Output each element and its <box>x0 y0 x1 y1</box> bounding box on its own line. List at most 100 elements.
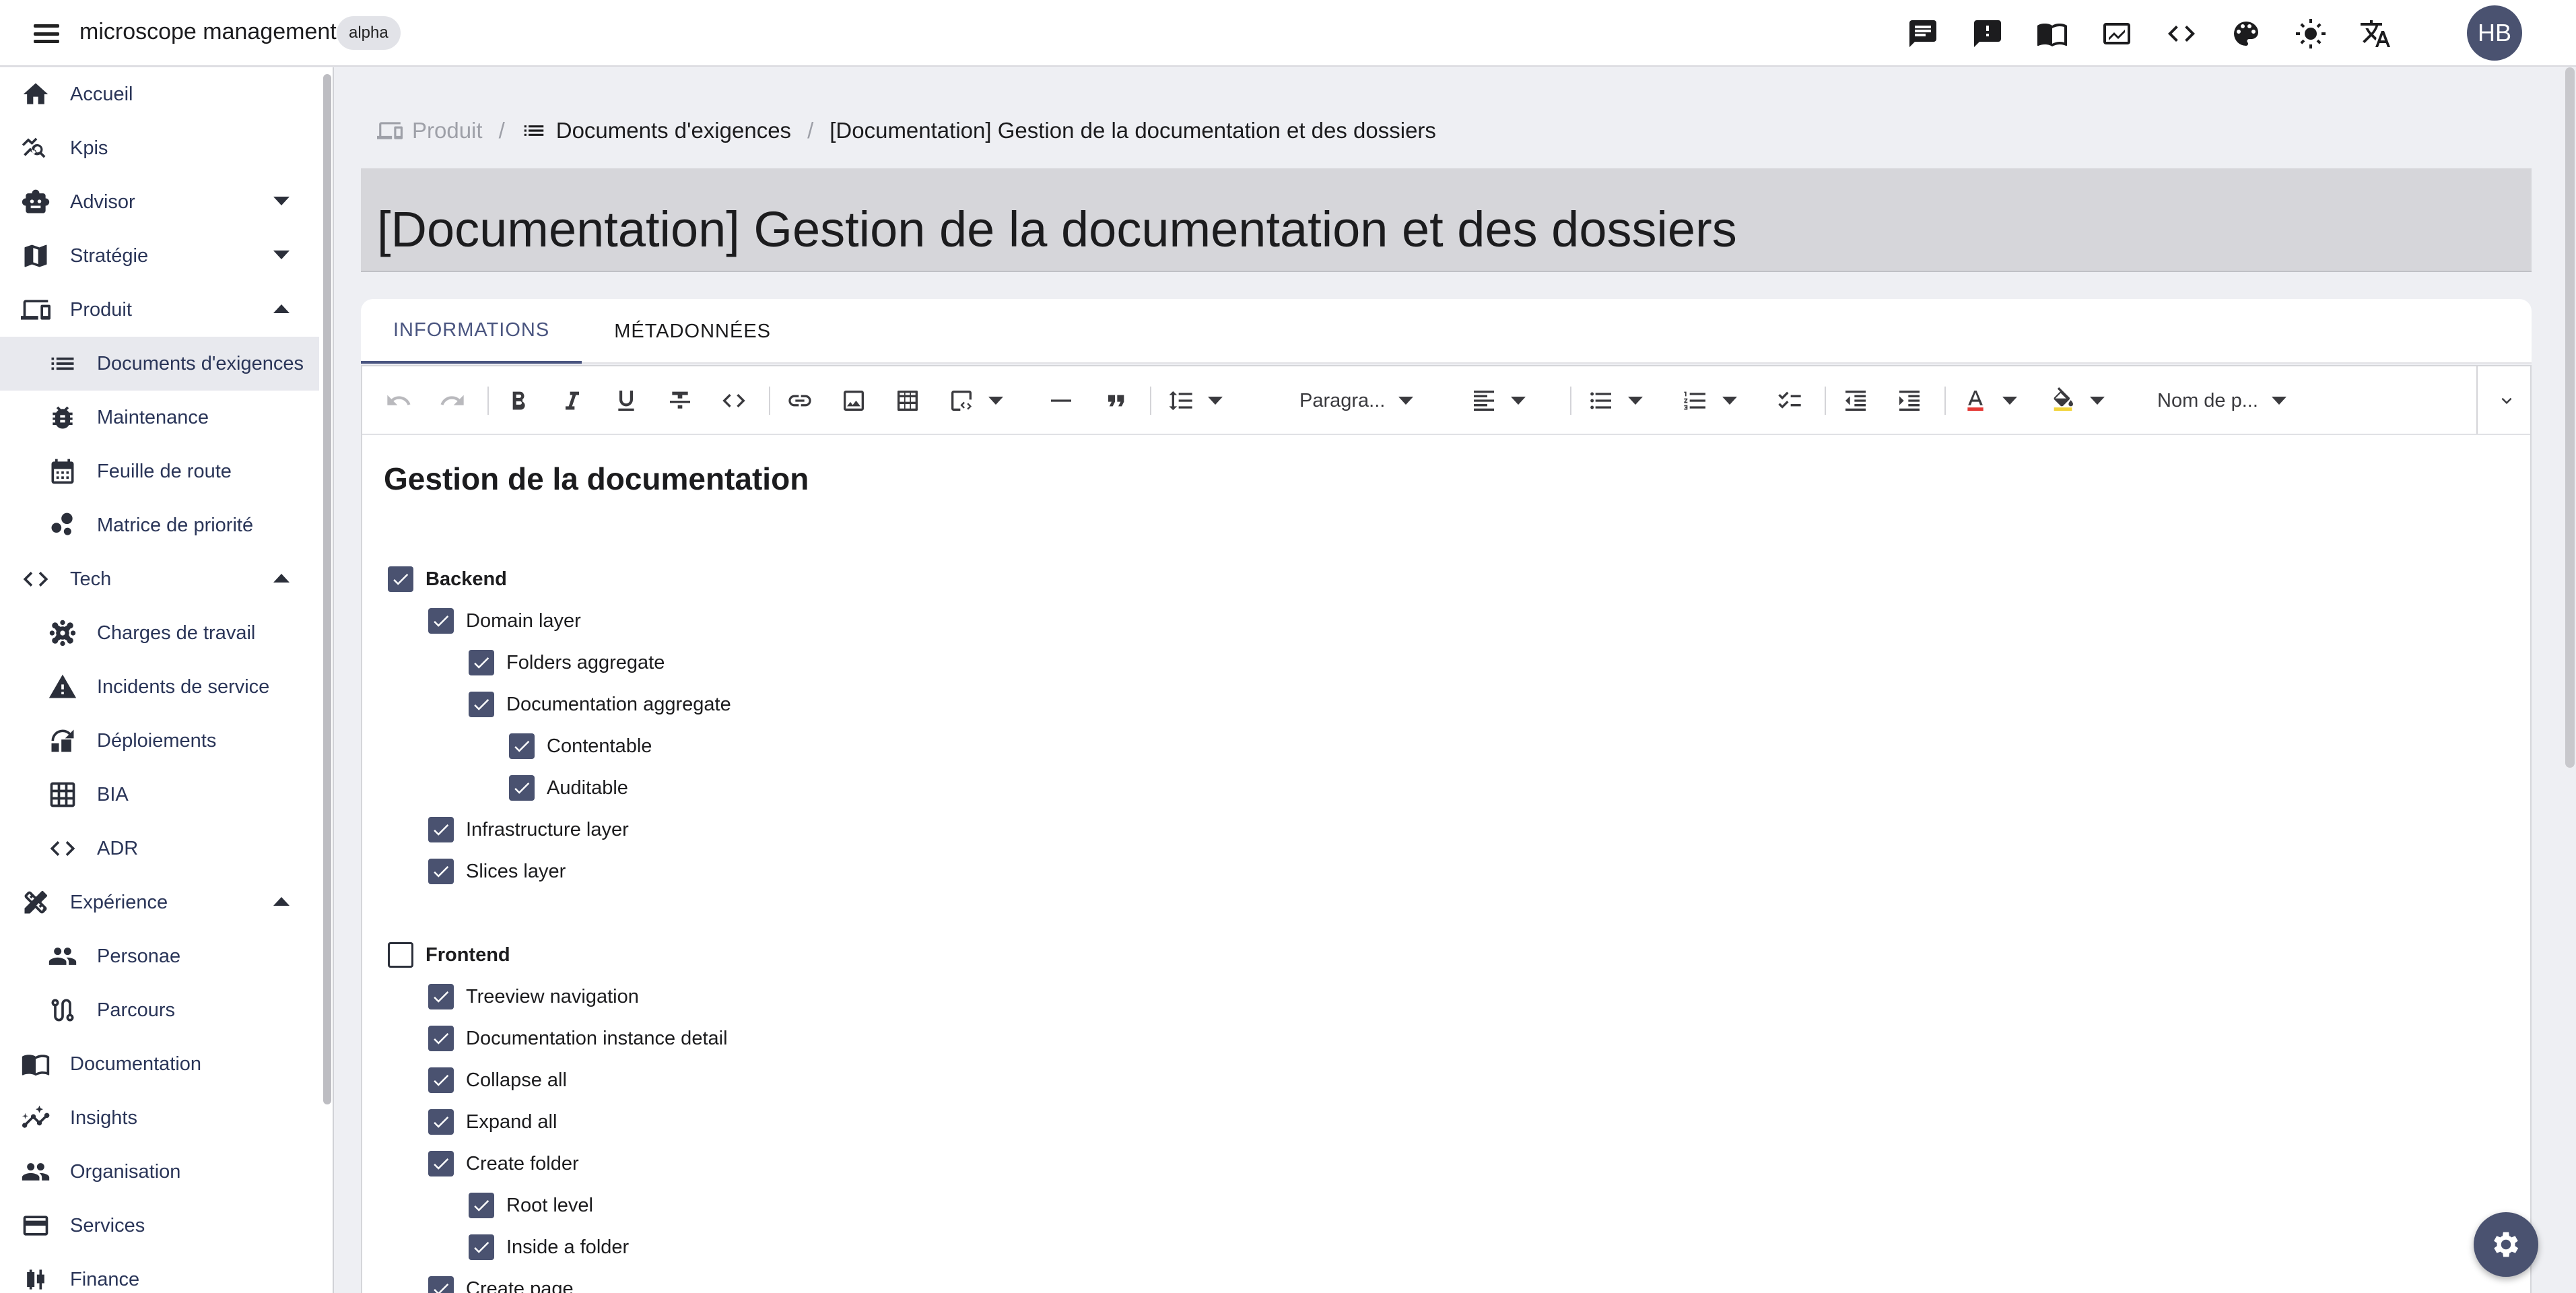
checklist-item-label[interactable]: Frontend <box>426 944 510 966</box>
checkbox-checked[interactable] <box>428 817 454 842</box>
line-height-button[interactable] <box>1167 384 1223 418</box>
sidebar-item-kpis[interactable]: Kpis <box>0 121 319 175</box>
sidebar-item-charges-de-travail[interactable]: Charges de travail <box>0 606 319 660</box>
embed-button[interactable] <box>948 384 1003 418</box>
user-avatar[interactable]: HB <box>2467 5 2522 61</box>
checkbox-checked[interactable] <box>509 775 535 801</box>
sidebar-item-organisation[interactable]: Organisation <box>0 1145 319 1199</box>
sidebar-scrollbar[interactable] <box>323 74 331 1104</box>
analytics-icon[interactable] <box>2098 15 2136 53</box>
checklist-item-label[interactable]: Expand all <box>466 1111 557 1133</box>
sidebar-item-services[interactable]: Services <box>0 1199 319 1253</box>
expand-more-icon[interactable] <box>273 197 290 205</box>
sidebar-item-incidents-de-service[interactable]: Incidents de service <box>0 660 319 714</box>
indent-button[interactable] <box>1896 384 1923 418</box>
expand-less-icon[interactable] <box>273 574 290 583</box>
block-type-select[interactable]: Paragra... <box>1299 384 1414 418</box>
checkbox-checked[interactable] <box>469 650 494 675</box>
font-name-select[interactable]: Nom de p... <box>2157 384 2286 418</box>
checkbox-checked[interactable] <box>388 566 413 592</box>
chat-icon[interactable] <box>1904 15 1942 53</box>
redo-button[interactable] <box>439 384 466 418</box>
checklist-item-label[interactable]: Documentation instance detail <box>466 1028 728 1050</box>
checkbox-checked[interactable] <box>428 1151 454 1176</box>
link-button[interactable] <box>786 384 813 418</box>
breadcrumb-section[interactable]: Documents d'exigences <box>556 118 791 143</box>
checkbox-unchecked[interactable] <box>388 942 413 968</box>
code-icon[interactable] <box>2163 15 2200 53</box>
sidebar-item-documents-d-exigences[interactable]: Documents d'exigences <box>0 337 319 391</box>
sidebar-item-matrice-de-priorit-[interactable]: Matrice de priorité <box>0 498 319 552</box>
menu-icon[interactable] <box>31 20 62 47</box>
checklist-item-label[interactable]: Infrastructure layer <box>466 819 629 841</box>
checkbox-checked[interactable] <box>428 1276 454 1293</box>
checkbox-checked[interactable] <box>428 608 454 634</box>
align-button[interactable] <box>1470 384 1526 418</box>
sidebar-item-insights[interactable]: Insights <box>0 1091 319 1145</box>
image-button[interactable] <box>840 384 867 418</box>
breadcrumb-root[interactable]: Produit <box>412 118 483 143</box>
sidebar-item-d-ploiements[interactable]: Déploiements <box>0 714 319 768</box>
checkbox-checked[interactable] <box>469 1234 494 1260</box>
outdent-button[interactable] <box>1842 384 1869 418</box>
undo-button[interactable] <box>385 384 412 418</box>
checklist-item-label[interactable]: Treeview navigation <box>466 986 639 1008</box>
underline-button[interactable] <box>613 384 640 418</box>
checklist-item-label[interactable]: Auditable <box>547 777 628 799</box>
sidebar-item-bia[interactable]: BIA <box>0 768 319 822</box>
checklist-item-label[interactable]: Root level <box>506 1195 593 1217</box>
checkbox-checked[interactable] <box>428 1109 454 1135</box>
brightness-icon[interactable] <box>2292 15 2330 53</box>
editor-content[interactable]: Gestion de la documentation <box>384 461 809 497</box>
page-title[interactable]: [Documentation] Gestion de la documentat… <box>377 201 1737 258</box>
sidebar-item-finance[interactable]: Finance <box>0 1253 319 1293</box>
palette-icon[interactable] <box>2227 15 2265 53</box>
sidebar-item-produit[interactable]: Produit <box>0 283 319 337</box>
checklist-item-label[interactable]: Slices layer <box>466 861 566 883</box>
sidebar-item-documentation[interactable]: Documentation <box>0 1037 319 1091</box>
sidebar-item-exp-rience[interactable]: Expérience <box>0 875 319 929</box>
sidebar-item-feuille-de-route[interactable]: Feuille de route <box>0 444 319 498</box>
checkbox-checked[interactable] <box>428 1067 454 1093</box>
bold-button[interactable] <box>505 384 532 418</box>
quote-button[interactable] <box>1101 384 1128 418</box>
table-button[interactable] <box>894 384 921 418</box>
highlight-color-button[interactable] <box>2049 384 2105 418</box>
text-color-button[interactable] <box>1962 384 2017 418</box>
strikethrough-button[interactable] <box>667 384 693 418</box>
book-icon[interactable] <box>2033 15 2071 53</box>
checklist-item-label[interactable]: Collapse all <box>466 1069 567 1092</box>
sidebar-item-maintenance[interactable]: Maintenance <box>0 391 319 444</box>
bullet-list-button[interactable] <box>1588 384 1643 418</box>
checklist-item-label[interactable]: Create page <box>466 1278 574 1293</box>
checklist-item-label[interactable]: Folders aggregate <box>506 652 665 674</box>
sidebar-item-accueil[interactable]: Accueil <box>0 67 319 121</box>
checklist-item-label[interactable]: Domain layer <box>466 610 581 632</box>
tab-informations[interactable]: INFORMATIONS <box>361 299 582 364</box>
settings-fab[interactable] <box>2474 1212 2538 1277</box>
expand-more-icon[interactable] <box>273 251 290 259</box>
checklist-item-label[interactable]: Backend <box>426 568 507 591</box>
expand-less-icon[interactable] <box>273 897 290 906</box>
checklist-item-label[interactable]: Inside a folder <box>506 1236 629 1259</box>
inline-code-button[interactable] <box>720 384 747 418</box>
checkbox-checked[interactable] <box>509 733 535 759</box>
italic-button[interactable] <box>559 384 586 418</box>
sidebar-item-parcours[interactable]: Parcours <box>0 983 319 1037</box>
toolbar-expand-button[interactable] <box>2497 384 2517 418</box>
checkbox-checked[interactable] <box>428 1026 454 1051</box>
sidebar-item-personae[interactable]: Personae <box>0 929 319 983</box>
checkbox-checked[interactable] <box>469 692 494 717</box>
tab-metadonnees[interactable]: MÉTADONNÉES <box>582 299 803 364</box>
checkbox-checked[interactable] <box>469 1193 494 1218</box>
horizontal-rule-button[interactable] <box>1048 384 1075 418</box>
sidebar-item-strat-gie[interactable]: Stratégie <box>0 229 319 283</box>
numbered-list-button[interactable] <box>1682 384 1737 418</box>
checklist-button[interactable] <box>1776 384 1803 418</box>
sidebar-item-tech[interactable]: Tech <box>0 552 319 606</box>
checkbox-checked[interactable] <box>428 859 454 884</box>
checkbox-checked[interactable] <box>428 984 454 1009</box>
checklist-item-label[interactable]: Create folder <box>466 1153 579 1175</box>
page-scrollbar[interactable] <box>2565 67 2575 768</box>
feedback-icon[interactable] <box>1969 15 2006 53</box>
